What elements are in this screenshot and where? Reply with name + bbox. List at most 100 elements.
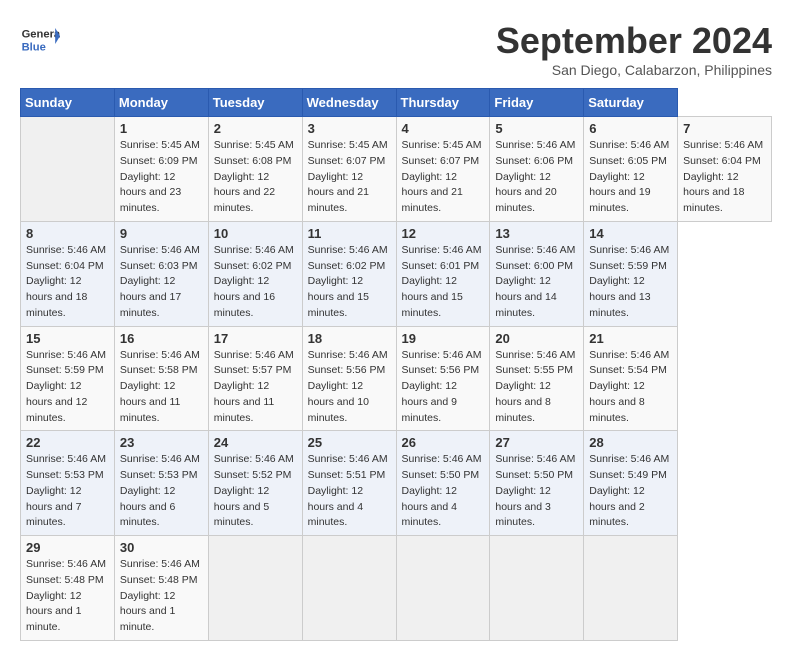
daylight: Daylight: 12 hours and 8 minutes. [495, 380, 550, 424]
daylight: Daylight: 12 hours and 1 minute. [26, 590, 81, 634]
daylight: Daylight: 12 hours and 18 minutes. [683, 171, 744, 215]
daylight: Daylight: 12 hours and 22 minutes. [214, 171, 275, 215]
day-info: Sunrise: 5:46 AMSunset: 5:59 PMDaylight:… [26, 348, 109, 427]
day-number: 3 [308, 121, 391, 136]
day-info: Sunrise: 5:46 AMSunset: 6:00 PMDaylight:… [495, 243, 578, 322]
daylight: Daylight: 12 hours and 10 minutes. [308, 380, 369, 424]
header-day-monday: Monday [114, 89, 208, 117]
sunrise: Sunrise: 5:46 AM [308, 244, 388, 256]
sunrise: Sunrise: 5:46 AM [589, 244, 669, 256]
sunrise: Sunrise: 5:46 AM [495, 139, 575, 151]
sunset: Sunset: 5:53 PM [120, 469, 198, 481]
daylight: Daylight: 12 hours and 2 minutes. [589, 485, 644, 529]
day-number: 24 [214, 435, 297, 450]
day-info: Sunrise: 5:46 AMSunset: 5:59 PMDaylight:… [589, 243, 672, 322]
location-title: San Diego, Calabarzon, Philippines [496, 62, 772, 78]
day-number: 25 [308, 435, 391, 450]
daylight: Daylight: 12 hours and 11 minutes. [214, 380, 275, 424]
calendar-cell: 21Sunrise: 5:46 AMSunset: 5:54 PMDayligh… [584, 326, 678, 431]
calendar-cell: 25 Sunrise: 5:46 AMSunset: 5:51 PMDayligh… [302, 431, 396, 536]
day-info: Sunrise: 5:46 AMSunset: 6:06 PMDaylight:… [495, 138, 578, 217]
daylight: Daylight: 12 hours and 16 minutes. [214, 275, 275, 319]
week-row-1: 1 Sunrise: 5:45 AMSunset: 6:09 PMDaylight… [21, 117, 772, 222]
title-section: September 2024 San Diego, Calabarzon, Ph… [496, 20, 772, 78]
day-info: Sunrise: 5:46 AMSunset: 5:51 PMDaylight:… [308, 452, 391, 531]
daylight: Daylight: 12 hours and 12 minutes. [26, 380, 87, 424]
sunset: Sunset: 6:05 PM [589, 155, 667, 167]
day-number: 21 [589, 331, 672, 346]
calendar-cell: 10Sunrise: 5:46 AMSunset: 6:02 PMDayligh… [208, 221, 302, 326]
daylight: Daylight: 12 hours and 9 minutes. [402, 380, 457, 424]
day-info: Sunrise: 5:46 AMSunset: 5:55 PMDaylight:… [495, 348, 578, 427]
day-info: Sunrise: 5:46 AMSunset: 5:49 PMDaylight:… [589, 452, 672, 531]
day-info: Sunrise: 5:46 AMSunset: 5:48 PMDaylight:… [120, 557, 203, 636]
sunrise: Sunrise: 5:46 AM [308, 453, 388, 465]
sunrise: Sunrise: 5:46 AM [26, 453, 106, 465]
day-number: 7 [683, 121, 766, 136]
header-day-tuesday: Tuesday [208, 89, 302, 117]
sunrise: Sunrise: 5:46 AM [402, 453, 482, 465]
header-day-friday: Friday [490, 89, 584, 117]
sunset: Sunset: 6:00 PM [495, 260, 573, 272]
sunrise: Sunrise: 5:45 AM [120, 139, 200, 151]
day-info: Sunrise: 5:46 AMSunset: 6:04 PMDaylight:… [26, 243, 109, 322]
day-info: Sunrise: 5:46 AMSunset: 5:58 PMDaylight:… [120, 348, 203, 427]
calendar-cell [584, 536, 678, 641]
day-info: Sunrise: 5:46 AMSunset: 5:50 PMDaylight:… [495, 452, 578, 531]
sunset: Sunset: 6:06 PM [495, 155, 573, 167]
calendar-cell: 24 Sunrise: 5:46 AM Sunset: 5:52 PM Dayligh… [208, 431, 302, 536]
sunrise: Sunrise: 5:46 AM [120, 244, 200, 256]
day-info: Sunrise: 5:45 AMSunset: 6:09 PMDaylight:… [120, 138, 203, 217]
daylight: Daylight: 12 hours and 6 minutes. [120, 485, 175, 529]
day-info: Sunrise: 5:45 AMSunset: 6:07 PMDaylight:… [402, 138, 485, 217]
daylight: Daylight: 12 hours and 15 minutes. [308, 275, 369, 319]
daylight: Daylight: 12 hours and 5 minutes. [214, 485, 269, 529]
sunset: Sunset: 6:03 PM [120, 260, 198, 272]
calendar-cell: 3 Sunrise: 5:45 AMSunset: 6:07 PMDaylight… [302, 117, 396, 222]
day-number: 23 [120, 435, 203, 450]
daylight: Daylight: 12 hours and 1 minute. [120, 590, 175, 634]
day-info: Sunrise: 5:46 AMSunset: 6:02 PMDaylight:… [308, 243, 391, 322]
calendar-cell: 19Sunrise: 5:46 AMSunset: 5:56 PMDayligh… [396, 326, 490, 431]
sunrise: Sunrise: 5:45 AM [402, 139, 482, 151]
sunset: Sunset: 5:53 PM [26, 469, 104, 481]
sunset: Sunset: 6:02 PM [214, 260, 292, 272]
day-info: Sunrise: 5:45 AMSunset: 6:07 PMDaylight:… [308, 138, 391, 217]
sunrise: Sunrise: 5:46 AM [120, 349, 200, 361]
day-number: 11 [308, 226, 391, 241]
sunrise: Sunrise: 5:45 AM [308, 139, 388, 151]
calendar-cell: 7Sunrise: 5:46 AMSunset: 6:04 PMDaylight… [678, 117, 772, 222]
sunrise: Sunrise: 5:45 AM [214, 139, 294, 151]
logo: General Blue [20, 20, 60, 60]
day-number: 4 [402, 121, 485, 136]
day-number: 1 [120, 121, 203, 136]
day-info: Sunrise: 5:46 AMSunset: 5:56 PMDaylight:… [402, 348, 485, 427]
day-info: Sunrise: 5:46 AMSunset: 5:56 PMDaylight:… [308, 348, 391, 427]
sunrise: Sunrise: 5:46 AM [495, 349, 575, 361]
sunrise: Sunrise: 5:46 AM [308, 349, 388, 361]
sunrise: Sunrise: 5:46 AM [589, 139, 669, 151]
daylight: Daylight: 12 hours and 4 minutes. [308, 485, 363, 529]
week-row-5: 29Sunrise: 5:46 AMSunset: 5:48 PMDayligh… [21, 536, 772, 641]
day-number: 8 [26, 226, 109, 241]
sunset: Sunset: 5:50 PM [402, 469, 480, 481]
header-day-sunday: Sunday [21, 89, 115, 117]
calendar-cell [208, 536, 302, 641]
header-day-thursday: Thursday [396, 89, 490, 117]
calendar-cell: 17Sunrise: 5:46 AMSunset: 5:57 PMDayligh… [208, 326, 302, 431]
sunrise: Sunrise: 5:46 AM [26, 558, 106, 570]
calendar-cell: 27Sunrise: 5:46 AMSunset: 5:50 PMDayligh… [490, 431, 584, 536]
calendar-cell: 5Sunrise: 5:46 AMSunset: 6:06 PMDaylight… [490, 117, 584, 222]
calendar-cell: 26Sunrise: 5:46 AMSunset: 5:50 PMDayligh… [396, 431, 490, 536]
day-info: Sunrise: 5:46 AMSunset: 6:03 PMDaylight:… [120, 243, 203, 322]
calendar-cell: 6Sunrise: 5:46 AMSunset: 6:05 PMDaylight… [584, 117, 678, 222]
day-info: Sunrise: 5:46 AMSunset: 6:01 PMDaylight:… [402, 243, 485, 322]
sunrise: Sunrise: 5:46 AM [214, 453, 294, 465]
sunset: Sunset: 5:57 PM [214, 364, 292, 376]
day-info: Sunrise: 5:46 AM Sunset: 5:52 PM Daylight:… [214, 452, 297, 531]
day-number: 20 [495, 331, 578, 346]
sunset: Sunset: 6:01 PM [402, 260, 480, 272]
sunset: Sunset: 5:52 PM [214, 469, 292, 481]
day-number: 30 [120, 540, 203, 555]
calendar-cell [302, 536, 396, 641]
